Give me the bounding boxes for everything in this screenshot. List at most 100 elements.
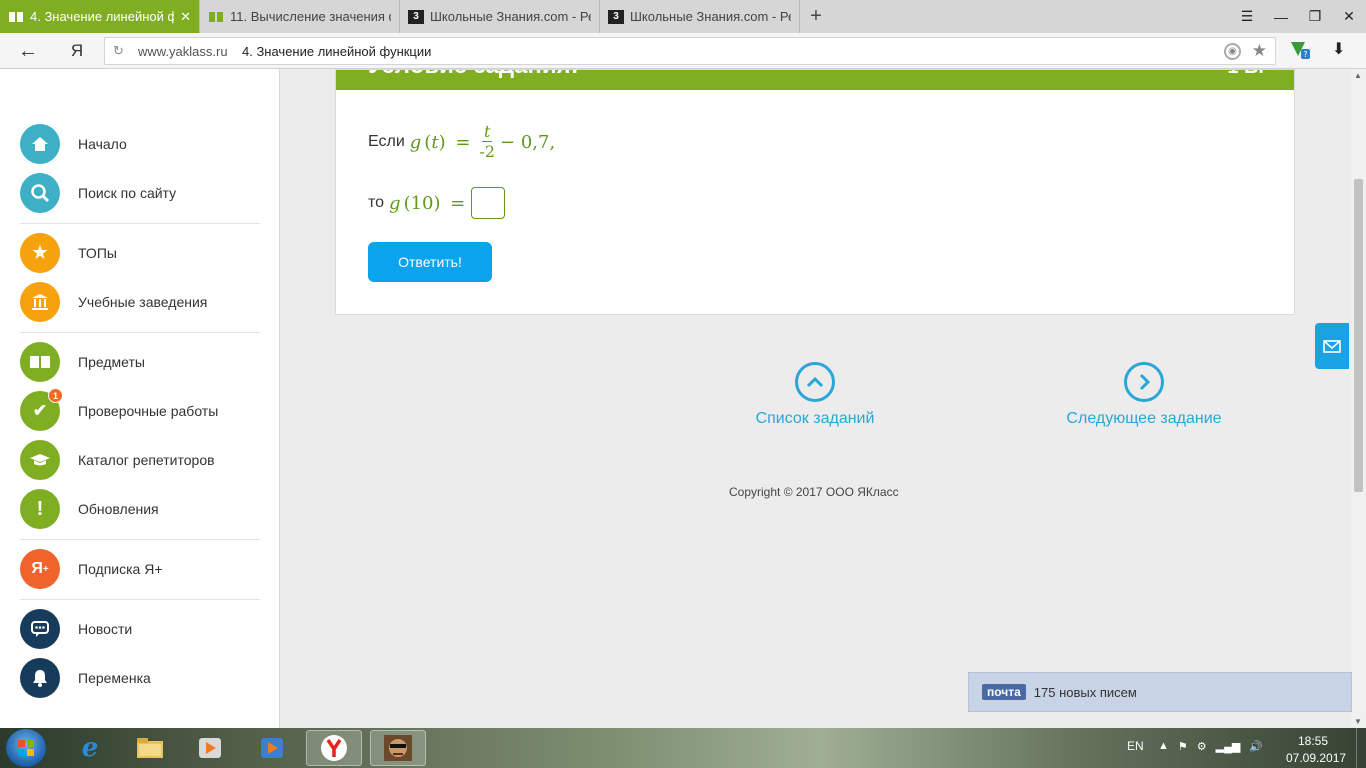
restore-icon[interactable]: ❐: [1298, 0, 1332, 33]
institution-icon: [20, 282, 60, 322]
extension-icon[interactable]: ?: [1288, 38, 1312, 62]
sidebar-item-institutions[interactable]: Учебные заведения: [20, 282, 260, 322]
show-desktop-button[interactable]: [1356, 728, 1366, 768]
yandex-browser-icon: [321, 735, 347, 761]
tab-label: Школьные Знания.com - Ре: [430, 9, 591, 24]
browser-tab-bar: 4. Значение линейной ф ✕ 11. Вычисление …: [0, 0, 1366, 33]
scroll-down-icon[interactable]: ▼: [1354, 717, 1362, 726]
clock-date[interactable]: 07.09.2017: [1286, 751, 1346, 765]
znanija-favicon-icon: 3: [408, 9, 424, 24]
task-card: Условие задания: 1 Б. Если g(t) = t -2 −…: [335, 69, 1295, 315]
mail-notification[interactable]: почта 175 новых писем: [968, 672, 1352, 712]
book-icon: [20, 342, 60, 382]
taskbar-ie[interactable]: e: [62, 730, 118, 766]
taskbar-yandex-browser[interactable]: [306, 730, 362, 766]
next-task-link[interactable]: Следующее задание: [1064, 362, 1224, 428]
question-prefix: то: [368, 194, 385, 211]
sidebar-divider: [20, 539, 260, 540]
sidebar-item-updates[interactable]: ! Обновления: [20, 489, 260, 529]
taskbar-media-player[interactable]: [182, 730, 238, 766]
close-window-icon[interactable]: ✕: [1332, 0, 1366, 33]
sidebar-item-label: ТОПы: [78, 245, 117, 261]
sidebar-item-label: Предметы: [78, 354, 145, 370]
volume-icon[interactable]: 🔊: [1249, 740, 1263, 753]
bell-icon: [20, 658, 60, 698]
game-avatar-icon: [384, 735, 412, 761]
mail-notification-text: 175 новых писем: [1033, 684, 1137, 700]
menu-icon[interactable]: ☰: [1230, 0, 1264, 33]
star-icon: ★: [20, 233, 60, 273]
sidebar-item-tutors[interactable]: Каталог репетиторов: [20, 440, 260, 480]
chat-icon: [20, 609, 60, 649]
task-points: 1 Б.: [1227, 70, 1264, 79]
sidebar-item-break[interactable]: Переменка: [20, 658, 260, 698]
sidebar-item-label: Каталог репетиторов: [78, 452, 215, 468]
book-favicon-icon: [8, 10, 24, 24]
task-list-label: Список заданий: [755, 410, 875, 427]
sidebar-item-search[interactable]: Поиск по сайту: [20, 173, 260, 213]
sidebar-item-news[interactable]: Новости: [20, 609, 260, 649]
sidebar-item-label: Переменка: [78, 670, 151, 686]
url-field[interactable]: ↻ www.yaklass.ru 4. Значение линейной фу…: [104, 37, 1276, 65]
window-controls: ☰ — ❐ ✕: [1230, 0, 1366, 33]
feedback-button[interactable]: [1315, 323, 1349, 369]
math-var: t: [431, 131, 439, 153]
mail-badge: почта: [982, 684, 1026, 700]
back-arrow-icon[interactable]: ←: [16, 40, 40, 62]
ya-plus-icon: Я +: [20, 549, 60, 589]
copyright: Copyright © 2017 ООО ЯКласс: [729, 485, 899, 499]
fraction-numerator: t: [482, 122, 493, 142]
tab-3[interactable]: 3 Школьные Знания.com - Ре: [600, 0, 800, 33]
taskbar-media-player-2[interactable]: [244, 730, 300, 766]
sidebar-item-subjects[interactable]: Предметы: [20, 342, 260, 382]
tab-0[interactable]: 4. Значение линейной ф ✕: [0, 0, 200, 33]
envelope-icon: [1323, 339, 1341, 353]
tab-close-icon[interactable]: ✕: [180, 9, 191, 25]
internet-explorer-icon: e: [81, 733, 99, 763]
action-center-icon[interactable]: ⚑: [1178, 740, 1188, 753]
task-header: Условие задания: 1 Б.: [336, 70, 1294, 90]
sidebar-item-tops[interactable]: ★ ТОПы: [20, 233, 260, 273]
download-icon[interactable]: ⬇: [1332, 39, 1345, 59]
notification-badge: 1: [48, 388, 63, 403]
math-equals: =: [455, 131, 471, 153]
tray-app-icon[interactable]: ⚙: [1197, 740, 1207, 753]
protect-icon[interactable]: ◉: [1224, 43, 1241, 60]
url-page-title: 4. Значение линейной функции: [242, 44, 432, 59]
sidebar-item-subscription[interactable]: Я + Подписка Я+: [20, 549, 260, 589]
sidebar-item-home[interactable]: Начало: [20, 124, 260, 164]
bookmark-star-icon[interactable]: ★: [1252, 41, 1267, 61]
task-question: то g (10) =: [368, 186, 506, 220]
answer-input[interactable]: [471, 187, 506, 219]
start-button[interactable]: [6, 729, 46, 767]
clock-time[interactable]: 18:55: [1298, 734, 1328, 748]
minimize-icon[interactable]: —: [1264, 0, 1298, 33]
task-list-link[interactable]: Список заданий: [752, 362, 878, 428]
tab-2[interactable]: 3 Школьные Знания.com - Ре: [400, 0, 600, 33]
reload-icon[interactable]: ↻: [113, 43, 124, 59]
yandex-button[interactable]: Я: [68, 40, 86, 62]
network-icon[interactable]: ▂▄▆: [1216, 740, 1241, 753]
math-minus: −: [500, 131, 516, 153]
taskbar-game[interactable]: [370, 730, 426, 766]
check-icon: ✔ 1: [20, 388, 63, 431]
home-icon: [20, 124, 60, 164]
main-content: Условие задания: 1 Б. Если g(t) = t -2 −…: [281, 69, 1351, 728]
tab-1[interactable]: 11. Вычисление значения ф: [200, 0, 400, 33]
scroll-up-icon[interactable]: ▲: [1354, 71, 1362, 80]
folder-icon: [137, 738, 163, 758]
scrollbar[interactable]: ▲ ▼: [1351, 69, 1366, 728]
znanija-favicon-icon: 3: [608, 9, 624, 24]
taskbar-explorer[interactable]: [122, 730, 178, 766]
math-constant: 0,7,: [520, 131, 556, 153]
tray-expand-icon[interactable]: ▲: [1158, 740, 1169, 753]
new-tab-button[interactable]: +: [800, 0, 832, 33]
submit-answer-button[interactable]: Ответить!: [368, 242, 492, 282]
media-player-icon: [261, 738, 283, 758]
language-indicator[interactable]: EN: [1127, 739, 1144, 753]
sidebar-item-tests[interactable]: ✔ 1 Проверочные работы: [20, 388, 260, 431]
extension-badge: ?: [1303, 50, 1307, 59]
scrollbar-thumb[interactable]: [1354, 179, 1363, 492]
sidebar-item-label: Поиск по сайту: [78, 185, 177, 201]
math-expression: g (10) =: [389, 192, 466, 214]
